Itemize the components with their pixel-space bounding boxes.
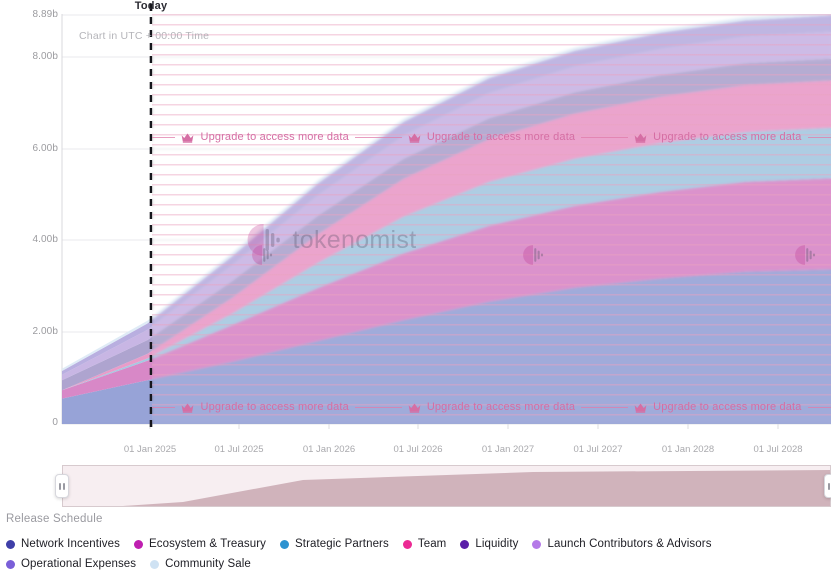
upgrade-cta[interactable]: Upgrade to access more data (604, 398, 831, 416)
upgrade-divider-line (152, 136, 176, 138)
legend-item-community-sale[interactable]: Community Sale (150, 558, 251, 570)
legend-label: Community Sale (165, 558, 251, 570)
legend-label: Network Incentives (21, 538, 120, 550)
legend-item-launch-contributors-advisors[interactable]: Launch Contributors & Advisors (532, 538, 711, 550)
upgrade-divider-line (604, 136, 629, 138)
range-preview-area (63, 470, 830, 506)
legend-item-strategic-partners[interactable]: Strategic Partners (280, 538, 389, 550)
legend-color-dot (150, 559, 160, 569)
crown-icon (408, 402, 421, 413)
upgrade-divider-line (807, 406, 831, 408)
upgrade-divider-line (354, 406, 379, 408)
upgrade-cta[interactable]: Upgrade to access more data (604, 128, 831, 146)
x-tick-label: 01 Jul 2026 (393, 444, 443, 455)
upgrade-cta[interactable]: Upgrade to access more data (152, 398, 379, 416)
legend-item-liquidity[interactable]: Liquidity (460, 538, 518, 550)
grip-bar (59, 482, 61, 490)
y-tick-label: 0 (52, 417, 58, 428)
legend-item-operational-expenses[interactable]: Operational Expenses (6, 558, 136, 570)
x-tick-label: 01 Jan 2026 (302, 444, 356, 455)
upgrade-label: Upgrade to access more data (200, 131, 349, 143)
upgrade-label: Upgrade to access more data (653, 401, 802, 413)
range-scroll-grip[interactable] (440, 465, 454, 466)
crown-icon (634, 402, 647, 413)
x-tick-label: 01 Jan 2028 (661, 444, 715, 455)
upgrade-banner-row[interactable]: Upgrade to access more data Upgrade to ac… (152, 398, 831, 416)
legend-color-dot (280, 539, 289, 549)
release-schedule-chart[interactable]: tokenomist Upgrade to access more data Up… (0, 0, 831, 462)
legend-color-dot (133, 539, 143, 549)
upgrade-label: Upgrade to access more data (426, 401, 576, 413)
legend-label: Liquidity (475, 538, 519, 550)
upgrade-banner-row[interactable]: Upgrade to access more data Upgrade to ac… (152, 128, 831, 146)
x-tick-label: 01 Jul 2025 (214, 444, 264, 455)
x-axis-labels: 01 Jan 2025 01 Jul 2025 01 Jan 2026 01 Jul … (0, 444, 831, 460)
crown-icon (634, 132, 647, 143)
legend-color-dot (532, 539, 542, 549)
chart-plot-svg (61, 4, 831, 432)
legend-color-dot (402, 539, 412, 549)
upgrade-divider-line (378, 406, 402, 408)
range-selector-track[interactable] (62, 465, 831, 507)
legend-label: Operational Expenses (21, 558, 137, 570)
upgrade-cta[interactable]: Upgrade to access more data (378, 128, 605, 146)
x-tick-label: 01 Jul 2028 (753, 444, 803, 455)
x-tick-label: 01 Jan 2025 (123, 444, 177, 455)
upgrade-divider-line (807, 136, 831, 138)
range-selector-preview (63, 470, 830, 506)
range-handle-left[interactable] (55, 474, 69, 498)
today-label: Today (134, 0, 168, 12)
upgrade-divider-line (604, 406, 629, 408)
y-tick-label: 8.89b (32, 9, 58, 20)
legend-item-ecosystem-treasury[interactable]: Ecosystem & Treasury (133, 538, 266, 550)
crown-icon (408, 132, 421, 143)
upgrade-divider-line (581, 136, 605, 138)
chart-legend[interactable]: Network Incentives Ecosystem & Treasury St… (6, 538, 826, 570)
x-tick-marks (149, 424, 779, 429)
legend-color-dot (6, 559, 15, 569)
upgrade-divider-line (152, 406, 176, 408)
legend-color-dot (6, 539, 15, 549)
release-schedule-title: Release Schedule (6, 513, 103, 525)
legend-item-team[interactable]: Team (402, 538, 447, 550)
legend-item-network-incentives[interactable]: Network Incentives (6, 538, 120, 550)
crown-icon (181, 402, 194, 413)
y-tick-label: 8.00b (32, 51, 58, 62)
legend-label: Strategic Partners (295, 538, 389, 550)
legend-label: Team (417, 538, 447, 550)
upgrade-cta[interactable]: Upgrade to access more data (152, 128, 379, 146)
upgrade-cta[interactable]: Upgrade to access more data (378, 398, 605, 416)
upgrade-label: Upgrade to access more data (653, 131, 802, 143)
grip-bar (828, 482, 830, 490)
x-tick-label: 01 Jul 2027 (573, 444, 623, 455)
y-tick-label: 2.00b (32, 326, 58, 337)
y-axis-labels: 8.89b 8.00b 6.00b 4.00b 2.00b 0 (0, 0, 58, 440)
crown-icon (181, 132, 194, 143)
upgrade-label: Upgrade to access more data (200, 401, 349, 413)
x-tick-label: 01 Jan 2027 (481, 444, 535, 455)
upgrade-label: Upgrade to access more data (426, 131, 576, 143)
range-handle-right[interactable] (824, 474, 831, 498)
grip-bar (63, 482, 65, 490)
upgrade-divider-line (354, 136, 379, 138)
legend-label: Launch Contributors & Advisors (547, 538, 712, 550)
y-tick-label: 4.00b (32, 234, 58, 245)
y-tick-label: 6.00b (32, 143, 58, 154)
range-selector[interactable] (55, 465, 831, 507)
legend-color-dot (460, 539, 470, 549)
upgrade-divider-line (581, 406, 605, 408)
chart-page: tokenomist Upgrade to access more data Up… (0, 0, 831, 581)
legend-label: Ecosystem & Treasury (148, 538, 266, 550)
upgrade-divider-line (378, 136, 402, 138)
chart-timezone-note: Chart in UTC + 00:00 Time (79, 30, 210, 42)
